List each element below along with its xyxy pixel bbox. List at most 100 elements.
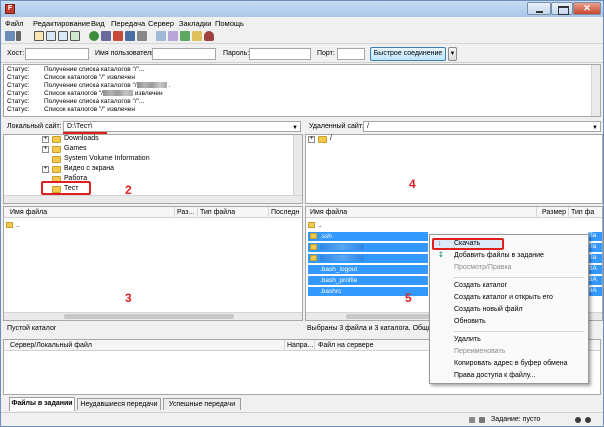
type-cell: BA <box>588 287 602 296</box>
compare-icon[interactable] <box>168 31 178 41</box>
col-direction[interactable]: Напра... <box>287 342 313 349</box>
menu-item-refresh[interactable]: Обновить <box>432 316 586 328</box>
col-type[interactable]: Тип фа <box>571 209 594 216</box>
list-item-selected[interactable] <box>308 243 428 252</box>
site-manager-icon[interactable] <box>5 31 15 41</box>
chevron-down-icon[interactable]: ▼ <box>592 124 598 133</box>
toggle-local-tree-icon[interactable] <box>46 31 56 41</box>
site-manager-dropdown-icon[interactable] <box>16 31 21 41</box>
col-size[interactable]: Размер <box>542 209 566 216</box>
username-input[interactable] <box>152 48 216 60</box>
list-item-selected[interactable] <box>308 254 428 263</box>
toggle-log-icon[interactable] <box>34 31 44 41</box>
menu-item-permissions[interactable]: Права доступа к файлу... <box>432 370 586 382</box>
menu-item-view-edit[interactable]: Просмотр/Правка <box>432 262 586 274</box>
annotation-label-4: 4 <box>409 177 416 191</box>
tab-queued-files[interactable]: Файлы в задании <box>9 397 75 411</box>
host-label: Хост: <box>7 50 25 57</box>
col-server-local[interactable]: Сервер/Локальный файл <box>10 342 92 349</box>
search-icon[interactable] <box>192 31 202 41</box>
reconnect-icon[interactable] <box>137 31 147 41</box>
folder-icon <box>310 233 317 239</box>
local-path-input[interactable]: D:\Тест\ ▼ <box>63 121 301 132</box>
tree-item-downloads[interactable]: + Downloads <box>42 135 282 145</box>
list-item-selected[interactable]: .ssh <box>308 232 428 241</box>
col-type[interactable]: Тип файла <box>200 209 235 216</box>
menu-item-delete[interactable]: Удалить <box>432 334 586 346</box>
host-input[interactable] <box>25 48 89 60</box>
local-list-hscrollbar[interactable] <box>4 312 302 320</box>
local-tree-scrollbar[interactable] <box>293 135 302 195</box>
type-cell: Па <box>588 243 602 252</box>
menu-edit[interactable]: Редактирование <box>33 19 90 28</box>
app-window: F ✕ Файл Редактирование Вид Передача Сер… <box>0 0 604 427</box>
upload-indicator-icon <box>575 417 581 423</box>
log-scrollbar[interactable] <box>591 65 600 116</box>
password-input[interactable] <box>249 48 311 60</box>
folder-icon <box>310 255 317 261</box>
queue-tabs: Файлы в задании Неудавшиеся передачи Усп… <box>3 397 601 411</box>
folder-icon <box>52 146 61 153</box>
disconnect-icon[interactable] <box>125 31 135 41</box>
list-item-selected[interactable]: .bash_profile <box>308 276 428 285</box>
binoculars-icon[interactable] <box>204 31 214 41</box>
password-label: Пароль: <box>223 50 250 57</box>
menu-server[interactable]: Сервер <box>148 19 174 28</box>
quickconnect-bar: Хост: Имя пользователя Пароль: Порт: Быс… <box>1 45 603 63</box>
menu-item-create-dir-open[interactable]: Создать каталог и открыть его <box>432 292 586 304</box>
annotation-label-3: 3 <box>125 291 132 305</box>
col-modified[interactable]: Последн <box>271 209 299 216</box>
tree-item-games[interactable]: + Games <box>42 145 282 155</box>
refresh-icon[interactable] <box>89 31 99 41</box>
menu-item-add-to-queue[interactable]: ↧ Добавить файлы в задание <box>432 250 586 262</box>
close-button[interactable]: ✕ <box>573 2 601 15</box>
tab-failed-transfers[interactable]: Неудавшиеся передачи <box>77 398 161 410</box>
menu-bookmarks[interactable]: Закладки <box>179 19 211 28</box>
sync-browse-icon[interactable] <box>180 31 190 41</box>
menu-item-download[interactable]: ↓ Скачать <box>432 238 586 250</box>
remote-site-label: Удаленный сайт: <box>309 123 364 130</box>
toggle-queue-icon[interactable] <box>70 31 80 41</box>
col-filename[interactable]: Имя файла <box>10 209 47 216</box>
tree-item-system-volume[interactable]: System Volume Information <box>42 155 282 165</box>
menu-item-rename[interactable]: Переименовать <box>432 346 586 358</box>
minimize-button[interactable] <box>527 2 551 15</box>
menu-item-copy-url[interactable]: Копировать адрес в буфер обмена <box>432 358 586 370</box>
type-cell: Па <box>588 232 602 241</box>
cancel-operation-icon[interactable] <box>113 31 123 41</box>
filezilla-logo-icon: F <box>5 4 15 14</box>
tree-item-video[interactable]: + Видео с экрана <box>42 165 282 175</box>
menu-transfer[interactable]: Передача <box>111 19 145 28</box>
queue-add-icon: ↧ <box>438 252 444 259</box>
local-list-header: Имя файла Раз... Тип файла Последн <box>4 207 302 218</box>
col-size[interactable]: Раз... <box>177 209 194 216</box>
context-menu: ↓ Скачать ↧ Добавить файлы в задание Про… <box>429 234 589 384</box>
local-file-list: Имя файла Раз... Тип файла Последн .. <box>3 206 303 321</box>
type-cell: BA <box>588 265 602 274</box>
col-remote-file[interactable]: Файл на сервере <box>318 342 373 349</box>
menu-item-create-dir[interactable]: Создать каталог <box>432 280 586 292</box>
folder-icon <box>52 136 61 143</box>
remote-path-input[interactable]: / ▼ <box>363 121 601 132</box>
menu-help[interactable]: Помощь <box>215 19 244 28</box>
list-item-selected[interactable]: .bash_logout <box>308 265 428 274</box>
maximize-button[interactable] <box>551 2 573 15</box>
menu-item-create-file[interactable]: Создать новый файл <box>432 304 586 316</box>
port-input[interactable] <box>337 48 365 60</box>
menu-view[interactable]: Вид <box>91 19 105 28</box>
col-filename[interactable]: Имя файла <box>310 209 347 216</box>
lock-icon <box>469 417 475 423</box>
process-queue-icon[interactable] <box>101 31 111 41</box>
list-item[interactable]: .. <box>4 221 174 230</box>
username-label: Имя пользователя <box>95 50 155 57</box>
tab-successful-transfers[interactable]: Успешные передачи <box>163 398 241 410</box>
list-item[interactable]: .. <box>306 221 602 230</box>
chevron-down-icon[interactable]: ▼ <box>448 47 457 61</box>
tree-item-root[interactable]: + / <box>308 135 388 145</box>
quickconnect-button[interactable]: Быстрое соединение <box>370 47 446 61</box>
local-tree-hscrollbar[interactable] <box>4 195 302 203</box>
menu-file[interactable]: Файл <box>5 19 23 28</box>
toggle-remote-tree-icon[interactable] <box>58 31 68 41</box>
filter-icon[interactable] <box>156 31 166 41</box>
chevron-down-icon[interactable]: ▼ <box>292 124 298 133</box>
